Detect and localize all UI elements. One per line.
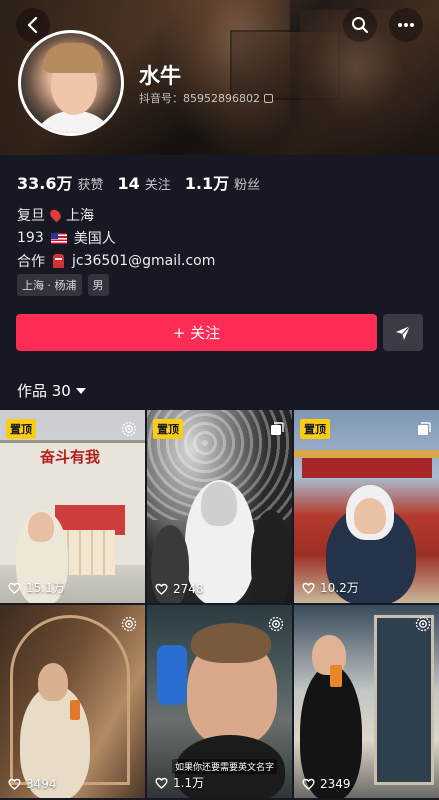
- video-likes-count: 3494: [26, 777, 57, 791]
- stat-likes[interactable]: 33.6万 获赞: [17, 170, 104, 194]
- video-likes: 3494: [8, 777, 57, 791]
- tag-location[interactable]: 上海 · 杨浦: [17, 274, 82, 296]
- video-likes-count: 2748: [173, 582, 204, 596]
- stat-label: 粉丝: [234, 178, 261, 193]
- video-likes-count: 10.2万: [320, 581, 359, 595]
- live-photo-icon: [268, 616, 284, 636]
- heart-icon: [155, 777, 168, 789]
- bio-city: 上海: [66, 208, 94, 224]
- video-tile[interactable]: 置顶 10.2万: [294, 410, 439, 603]
- heart-icon: [155, 583, 168, 595]
- video-tile[interactable]: 如果你还要需要英文名字 1.1万: [147, 605, 292, 798]
- video-likes: 2748: [155, 582, 204, 596]
- stat-following[interactable]: 14 关注: [118, 174, 171, 193]
- works-tab[interactable]: 作品 30: [17, 380, 86, 401]
- copy-icon[interactable]: [263, 93, 273, 103]
- bio-email: jc36501@gmail.com: [72, 253, 216, 269]
- more-icon: [398, 23, 414, 27]
- follow-button-label: + 关注: [172, 324, 221, 342]
- multi-image-icon: [417, 421, 431, 440]
- pinned-badge: 置顶: [300, 419, 330, 439]
- video-tile[interactable]: 置顶 2748: [147, 410, 292, 603]
- multi-image-icon: [270, 421, 284, 440]
- us-flag-icon: [50, 232, 67, 244]
- caret-down-icon: [75, 387, 86, 394]
- heart-icon: [302, 778, 315, 790]
- stat-followers[interactable]: 1.1万 粉丝: [185, 170, 260, 194]
- chevron-left-icon: [27, 17, 38, 33]
- video-likes: 2349: [302, 777, 351, 791]
- pinned-badge: 置顶: [6, 419, 36, 439]
- nickname: 水牛: [139, 64, 181, 88]
- search-button[interactable]: [343, 8, 377, 42]
- video-likes: 15.1万: [8, 579, 65, 596]
- bio-school: 复旦: [17, 208, 45, 224]
- video-likes-count: 1.1万: [173, 776, 205, 790]
- works-label: 作品 30: [17, 382, 71, 400]
- tag-gender: 男: [87, 274, 109, 296]
- video-likes-count: 2349: [320, 777, 351, 791]
- heart-icon: [8, 582, 21, 594]
- profile-stats: 33.6万 获赞 14 关注 1.1万 粉丝: [17, 170, 260, 194]
- stat-number: 33.6万: [17, 174, 73, 193]
- video-tile[interactable]: 奋斗有我 置顶 15.1万: [0, 410, 145, 603]
- heart-icon: [302, 582, 315, 594]
- stat-number: 14: [117, 174, 140, 193]
- location-pin-icon: [48, 207, 63, 223]
- share-button[interactable]: [383, 314, 423, 351]
- account-id[interactable]: 抖音号：85952896802: [139, 90, 273, 106]
- pinned-badge: 置顶: [153, 419, 183, 439]
- bio-line: 合作 jc36501@gmail.com: [17, 251, 215, 271]
- bio-line: 复旦 上海: [17, 205, 94, 225]
- video-caption: 如果你还要需要英文名字: [172, 759, 278, 774]
- profile-tags: 上海 · 杨浦 男: [17, 274, 109, 296]
- live-photo-icon: [121, 616, 137, 636]
- account-id-text: 抖音号：85952896802: [139, 92, 260, 105]
- video-likes-count: 15.1万: [26, 581, 65, 595]
- bio-height: 193: [17, 230, 44, 246]
- stat-label: 获赞: [77, 178, 104, 193]
- send-icon: [396, 325, 411, 340]
- video-tile[interactable]: 2349: [294, 605, 439, 798]
- avatar[interactable]: [18, 30, 124, 136]
- bio-cooperation-label: 合作: [17, 254, 45, 270]
- video-likes: 1.1万: [155, 774, 204, 791]
- stat-number: 1.1万: [184, 174, 230, 193]
- heart-icon: [8, 778, 21, 790]
- follow-button[interactable]: + 关注: [16, 314, 377, 351]
- video-tile[interactable]: 3494: [0, 605, 145, 798]
- more-button[interactable]: [389, 8, 423, 42]
- stat-label: 关注: [144, 178, 171, 193]
- live-photo-icon: [121, 421, 137, 441]
- search-icon: [352, 17, 369, 34]
- bio-nationality: 美国人: [73, 231, 116, 247]
- video-likes: 10.2万: [302, 579, 359, 596]
- bio-line: 193 美国人: [17, 228, 116, 248]
- live-photo-icon: [415, 616, 431, 636]
- postbox-icon: [53, 254, 64, 268]
